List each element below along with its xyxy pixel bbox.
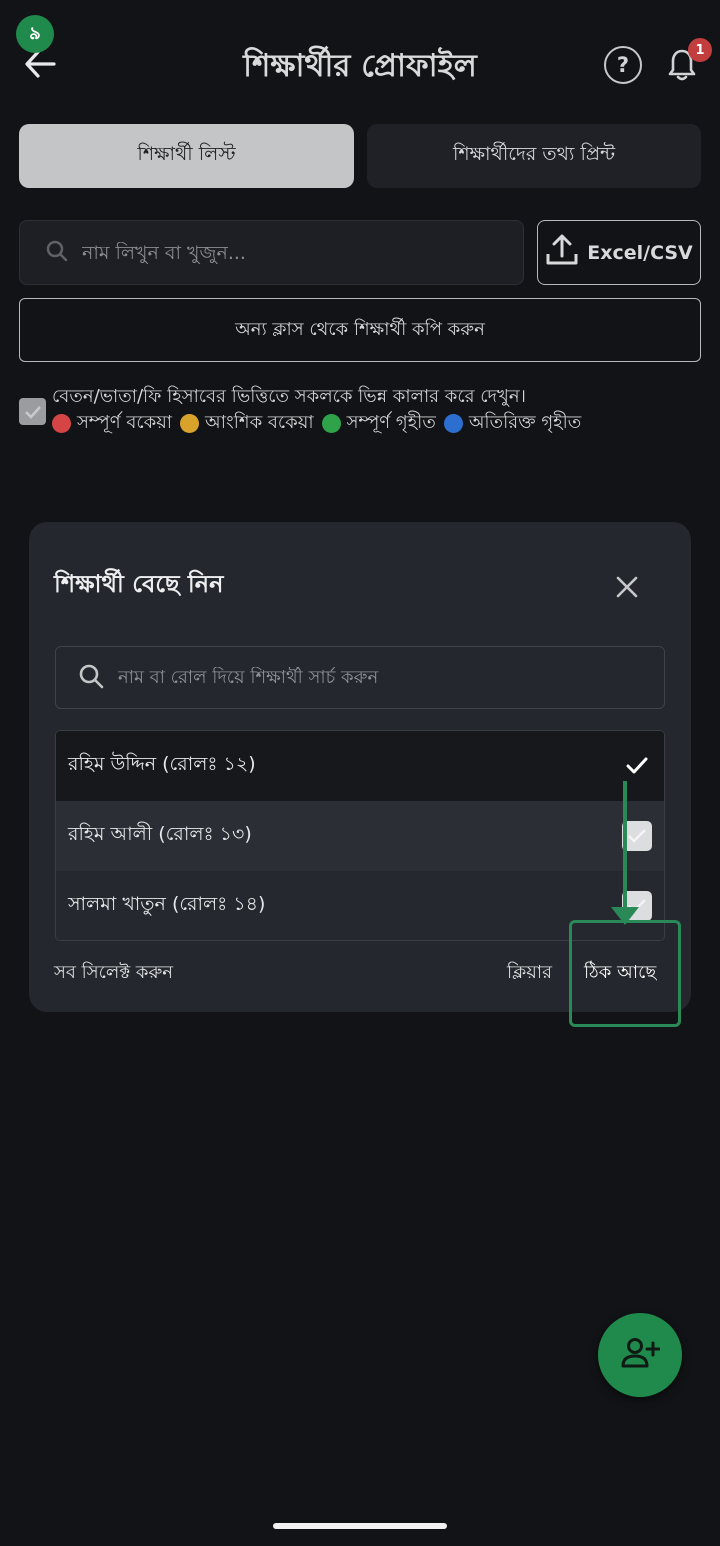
student-name: রহিম আলী (রোলঃ ১৩) bbox=[68, 823, 252, 845]
student-search-input[interactable] bbox=[82, 241, 482, 264]
student-row[interactable]: রহিম আলী (রোলঃ ১৩) bbox=[56, 801, 664, 871]
dialog-search-input[interactable] bbox=[118, 667, 618, 688]
close-icon[interactable] bbox=[610, 570, 644, 604]
legend-dot-fully-received bbox=[321, 413, 341, 433]
dialog-title: শিক্ষার্থী বেছে নিন bbox=[54, 570, 224, 598]
upload-label: Excel/CSV bbox=[587, 241, 693, 264]
student-row[interactable]: রহিম উদ্দিন (রোলঃ ১২) bbox=[56, 731, 664, 801]
select-all-button[interactable]: সব সিলেক্ট করুন bbox=[54, 958, 173, 989]
student-name: সালমা খাতুন (রোলঃ ১৪) bbox=[68, 893, 266, 915]
student-search-field[interactable] bbox=[19, 220, 524, 285]
dialog-search-field[interactable] bbox=[55, 646, 665, 709]
tutorial-arrow-line bbox=[623, 781, 627, 909]
add-student-button[interactable] bbox=[598, 1313, 682, 1397]
step-badge: ৯ bbox=[16, 15, 54, 53]
help-button[interactable]: ? bbox=[604, 46, 642, 84]
page-title: শিক্ষার্থীর প্রোফাইল bbox=[243, 48, 477, 84]
legend-dot-partial-due bbox=[180, 413, 200, 433]
legend-dot-extra-received bbox=[443, 413, 463, 433]
notification-badge: 1 bbox=[688, 38, 712, 62]
tab-student-list[interactable]: শিক্ষার্থী লিস্ট bbox=[19, 124, 354, 188]
legend-label: সম্পূর্ণ গৃহীত bbox=[346, 412, 436, 433]
student-name: রহিম উদ্দিন (রোলঃ ১২) bbox=[68, 753, 256, 775]
search-icon bbox=[78, 663, 104, 693]
student-list: রহিম উদ্দিন (রোলঃ ১২) রহিম আলী (রোলঃ ১৩)… bbox=[55, 730, 665, 941]
add-person-icon bbox=[620, 1337, 661, 1373]
legend-label: আংশিক বকেয়া bbox=[205, 412, 314, 433]
upload-icon bbox=[545, 234, 579, 271]
upload-excel-csv-button[interactable]: Excel/CSV bbox=[537, 220, 701, 285]
color-legend-checkbox[interactable] bbox=[19, 398, 46, 425]
copy-from-class-button[interactable]: অন্য ক্লাস থেকে শিক্ষার্থী কপি করুন bbox=[19, 298, 701, 362]
color-legend-description: বেতন/ভাতা/ফি হিসাবের ভিত্তিতে সকলকে ভিন্… bbox=[52, 386, 526, 407]
color-legend-items: সম্পূর্ণ বকেয়া আংশিক বকেয়া সম্পূর্ণ গৃ… bbox=[52, 410, 712, 436]
home-indicator bbox=[273, 1523, 447, 1529]
checkbox-checked[interactable] bbox=[622, 751, 652, 781]
tutorial-highlight-box bbox=[569, 920, 681, 1027]
tab-print-student-info[interactable]: শিক্ষার্থীদের তথ্য প্রিন্ট bbox=[367, 124, 701, 188]
search-icon bbox=[46, 240, 68, 266]
clear-button[interactable]: ক্লিয়ার bbox=[507, 958, 552, 989]
legend-label: অতিরিক্ত গৃহীত bbox=[468, 412, 582, 433]
legend-label: সম্পূর্ণ বকেয়া bbox=[77, 412, 173, 433]
legend-dot-full-due bbox=[52, 413, 71, 433]
